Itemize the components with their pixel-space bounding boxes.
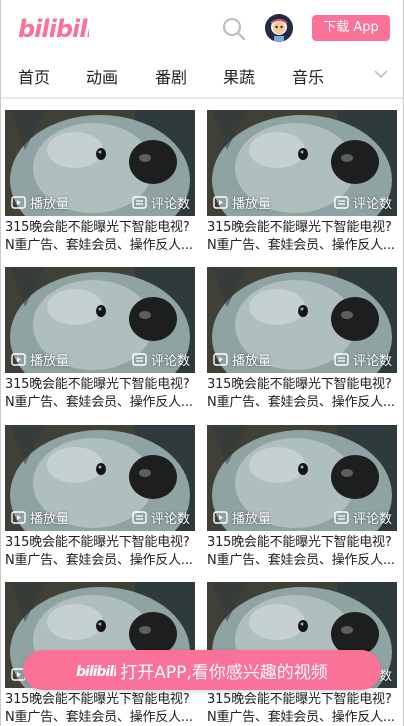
video-title[interactable]: 315晚会能不能曝光下智能电视? N重广告、套娃会员、操作反人...: [207, 219, 397, 255]
video-card[interactable]: 播放量 评论数 315晚会能不能曝光下智能电视? N重广告、套娃会员、操作反人.…: [207, 267, 397, 417]
video-card[interactable]: 播放量 评论数 315晚会能不能曝光下智能电视? N重广告、套娃会员、操作反人.…: [207, 425, 397, 575]
video-title-line2: N重广告、套娃会员、操作反人...: [207, 553, 395, 568]
video-title[interactable]: 315晚会能不能曝光下智能电视? N重广告、套娃会员、操作反人...: [5, 219, 195, 255]
top-header: bilibili bilibili 下载 App: [1, 0, 403, 56]
video-title[interactable]: 315晚会能不能曝光下智能电视? N重广告、套娃会员、操作反人...: [207, 691, 397, 726]
comment-count: 评论数: [334, 193, 393, 212]
search-icon[interactable]: [221, 16, 247, 42]
video-title[interactable]: 315晚会能不能曝光下智能电视? N重广告、套娃会员、操作反人...: [5, 376, 195, 412]
video-card[interactable]: 播放量 评论数 315晚会能不能曝光下智能电视? N重广告、套娃会员、操作反人.…: [207, 110, 397, 260]
video-card[interactable]: 播放量 评论数 315晚会能不能曝光下智能电视? N重广告、套娃会员、操作反人.…: [5, 267, 195, 417]
comment-count-icon: [132, 510, 147, 524]
play-count: 播放量: [11, 350, 70, 369]
comment-count-label: 评论数: [151, 511, 191, 527]
video-title-line2: N重广告、套娃会员、操作反人...: [207, 238, 395, 253]
video-title[interactable]: 315晚会能不能曝光下智能电视? N重广告、套娃会员、操作反人...: [5, 534, 195, 570]
tab-music[interactable]: 音乐: [292, 64, 324, 88]
tab-home[interactable]: 首页: [18, 64, 50, 88]
comment-count: 评论数: [334, 350, 393, 369]
video-title-line2: N重广告、套娃会员、操作反人...: [207, 395, 395, 410]
svg-text:bilibili: bilibili: [18, 15, 89, 43]
tab-anime[interactable]: 动画: [86, 64, 118, 88]
comment-count-icon: [334, 352, 349, 366]
play-count-icon: [213, 195, 228, 209]
svg-text:bilibili: bilibili: [76, 664, 116, 680]
play-count-label: 播放量: [232, 196, 272, 212]
video-title-line1: 315晚会能不能曝光下智能电视?: [207, 220, 392, 235]
play-count-icon: [11, 195, 26, 209]
video-title-line2: N重广告、套娃会员、操作反人...: [5, 238, 193, 253]
play-count-icon: [11, 510, 26, 524]
video-title-line1: 315晚会能不能曝光下智能电视?: [5, 377, 190, 392]
play-count: 播放量: [213, 193, 272, 212]
video-title-line1: 315晚会能不能曝光下智能电视?: [5, 692, 190, 707]
video-thumbnail[interactable]: 播放量 评论数: [5, 267, 195, 373]
video-title-line2: N重广告、套娃会员、操作反人...: [5, 553, 193, 568]
video-thumbnail[interactable]: 播放量 评论数: [207, 425, 397, 531]
avatar[interactable]: [265, 14, 293, 42]
comment-count: 评论数: [132, 193, 191, 212]
tab-fruits-vegetables[interactable]: 果蔬: [223, 64, 255, 88]
comment-count-label: 评论数: [353, 511, 393, 527]
comment-count-icon: [334, 195, 349, 209]
video-title-line2: N重广告、套娃会员、操作反人...: [207, 710, 395, 725]
play-count-icon: [213, 510, 228, 524]
comment-count: 评论数: [132, 350, 191, 369]
video-thumbnail[interactable]: 播放量 评论数: [5, 110, 195, 216]
play-count: 播放量: [11, 508, 70, 527]
video-thumbnail[interactable]: 播放量 评论数: [207, 267, 397, 373]
comment-count-icon: [334, 510, 349, 524]
video-title[interactable]: 315晚会能不能曝光下智能电视? N重广告、套娃会员、操作反人...: [207, 534, 397, 570]
play-count: 播放量: [11, 193, 70, 212]
bilibili-logo[interactable]: bilibili: [17, 11, 89, 45]
video-title[interactable]: 315晚会能不能曝光下智能电视? N重广告、套娃会员、操作反人...: [5, 691, 195, 726]
comment-count-label: 评论数: [353, 196, 393, 212]
download-app-button[interactable]: 下载 App: [312, 15, 390, 41]
video-title-line2: N重广告、套娃会员、操作反人...: [5, 710, 193, 725]
video-title-line1: 315晚会能不能曝光下智能电视?: [5, 535, 190, 550]
comment-count-label: 评论数: [151, 196, 191, 212]
comment-count-label: 评论数: [353, 353, 393, 369]
comment-count: 评论数: [334, 508, 393, 527]
tab-bangumi[interactable]: 番剧: [155, 64, 187, 88]
play-count-label: 播放量: [30, 511, 70, 527]
video-title-line1: 315晚会能不能曝光下智能电视?: [5, 220, 190, 235]
comment-count-icon: [132, 195, 147, 209]
video-title[interactable]: 315晚会能不能曝光下智能电视? N重广告、套娃会员、操作反人...: [207, 376, 397, 412]
comment-count: 评论数: [132, 508, 191, 527]
video-thumbnail[interactable]: 播放量 评论数: [207, 110, 397, 216]
play-count-label: 播放量: [232, 511, 272, 527]
category-nav: 首页 动画 番剧 果蔬 音乐: [1, 56, 403, 98]
video-title-line1: 315晚会能不能曝光下智能电视?: [207, 377, 392, 392]
play-count: 播放量: [213, 350, 272, 369]
video-thumbnail[interactable]: 播放量 评论数: [5, 425, 195, 531]
play-count-label: 播放量: [232, 353, 272, 369]
play-count-label: 播放量: [30, 196, 70, 212]
chevron-down-icon[interactable]: [373, 68, 389, 80]
video-card[interactable]: 播放量 评论数 315晚会能不能曝光下智能电视? N重广告、套娃会员、操作反人.…: [5, 425, 195, 575]
play-count: 播放量: [213, 508, 272, 527]
play-count-label: 播放量: [30, 353, 70, 369]
bilibili-mini-logo: bilibili: [76, 664, 116, 680]
comment-count-icon: [132, 352, 147, 366]
video-card[interactable]: 播放量 评论数 315晚会能不能曝光下智能电视? N重广告、套娃会员、操作反人.…: [5, 110, 195, 260]
open-app-banner[interactable]: bilibili 打开APP,看你感兴趣的视频: [23, 650, 381, 690]
open-app-label: 打开APP,看你感兴趣的视频: [120, 662, 328, 683]
video-title-line1: 315晚会能不能曝光下智能电视?: [207, 692, 392, 707]
comment-count-label: 评论数: [151, 353, 191, 369]
video-title-line2: N重广告、套娃会员、操作反人...: [5, 395, 193, 410]
app-screen: bilibili bilibili 下载 App 首页 动画 番剧 果蔬 音乐: [0, 0, 404, 726]
play-count-icon: [213, 352, 228, 366]
play-count-icon: [11, 352, 26, 366]
video-title-line1: 315晚会能不能曝光下智能电视?: [207, 535, 392, 550]
